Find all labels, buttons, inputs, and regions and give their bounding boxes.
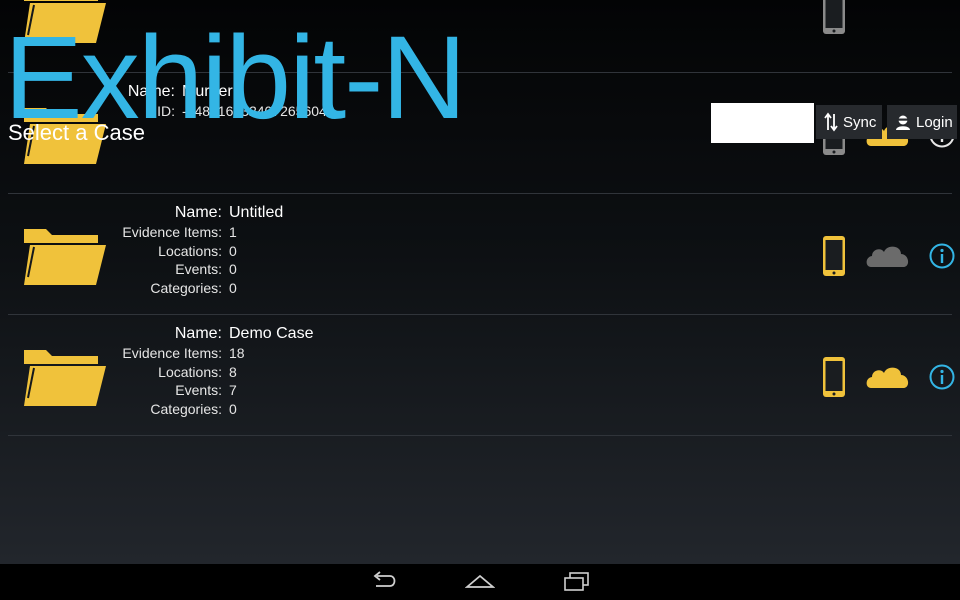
login-button[interactable]: Login <box>887 105 957 139</box>
sync-button[interactable]: Sync <box>816 105 882 139</box>
case-field: Name: Untitled <box>108 203 283 223</box>
back-icon <box>370 571 398 596</box>
case-details: Name: Demo Case Evidence Items: 18 Locations… <box>108 324 313 418</box>
case-field-label: Events: <box>175 261 222 278</box>
case-field-value: Demo Case <box>229 325 314 342</box>
phone-icon <box>822 0 846 39</box>
login-label: Login <box>916 113 953 131</box>
case-field-label: Name: <box>174 325 222 342</box>
case-field-value: 0 <box>229 279 237 296</box>
recents-button[interactable] <box>562 570 592 596</box>
system-nav-bar <box>0 564 960 600</box>
blank-white-panel <box>711 103 814 143</box>
case-row[interactable]: Name: Demo Case Evidence Items: 18 Locations… <box>8 316 955 436</box>
case-details: Name: Untitled Evidence Items: 1 Locations: 0… <box>108 203 283 297</box>
case-field-label: Categories: <box>150 279 222 296</box>
case-field-value: 8 <box>229 363 237 380</box>
info-icon[interactable] <box>929 243 955 273</box>
case-status <box>792 354 955 402</box>
case-field: Events: 0 <box>108 260 283 279</box>
page-subtitle: Select a Case <box>8 120 145 145</box>
folder-icon <box>24 346 106 410</box>
recents-icon <box>562 572 592 596</box>
case-field: Locations: 8 <box>108 363 313 382</box>
case-field-label: Evidence Items: <box>122 224 222 241</box>
case-field-value: 0 <box>229 261 237 278</box>
case-field: Locations: 0 <box>108 242 283 261</box>
case-field: Evidence Items: 1 <box>108 223 283 242</box>
case-field-label: Locations: <box>158 363 222 380</box>
case-field: Evidence Items: 18 <box>108 344 313 363</box>
case-field-value: 1 <box>229 224 237 241</box>
home-button[interactable] <box>464 570 496 596</box>
user-icon <box>895 114 911 130</box>
folder-icon <box>24 225 106 289</box>
case-field: Categories: 0 <box>108 400 313 419</box>
home-icon <box>464 574 496 596</box>
case-field-label: Events: <box>175 382 222 399</box>
case-field-label: Name: <box>174 204 222 221</box>
case-status <box>792 233 955 281</box>
case-field-value: 0 <box>229 400 237 417</box>
case-field-label: Categories: <box>150 400 222 417</box>
phone-icon <box>822 356 846 402</box>
phone-icon <box>822 235 846 281</box>
case-field-value: 18 <box>229 345 245 362</box>
cloud-icon <box>865 364 911 392</box>
cloud-icon <box>865 243 911 271</box>
case-field: Categories: 0 <box>108 279 283 298</box>
case-field: Events: 7 <box>108 381 313 400</box>
back-button[interactable] <box>370 570 398 596</box>
case-row[interactable]: Name: Untitled Evidence Items: 1 Locations: 0… <box>8 195 955 315</box>
case-field-value: 0 <box>229 242 237 259</box>
app-window: Exhibit-N Select a Case Sync Login Name:… <box>0 0 960 564</box>
case-field: Name: Demo Case <box>108 324 314 344</box>
case-status <box>792 0 952 37</box>
case-field-label: Evidence Items: <box>122 345 222 362</box>
info-icon[interactable] <box>929 364 955 394</box>
sync-icon <box>824 112 838 132</box>
case-field-label: Locations: <box>158 242 222 259</box>
sync-label: Sync <box>843 113 877 131</box>
case-field-value: Untitled <box>229 204 284 221</box>
case-field-value: 7 <box>229 382 237 399</box>
